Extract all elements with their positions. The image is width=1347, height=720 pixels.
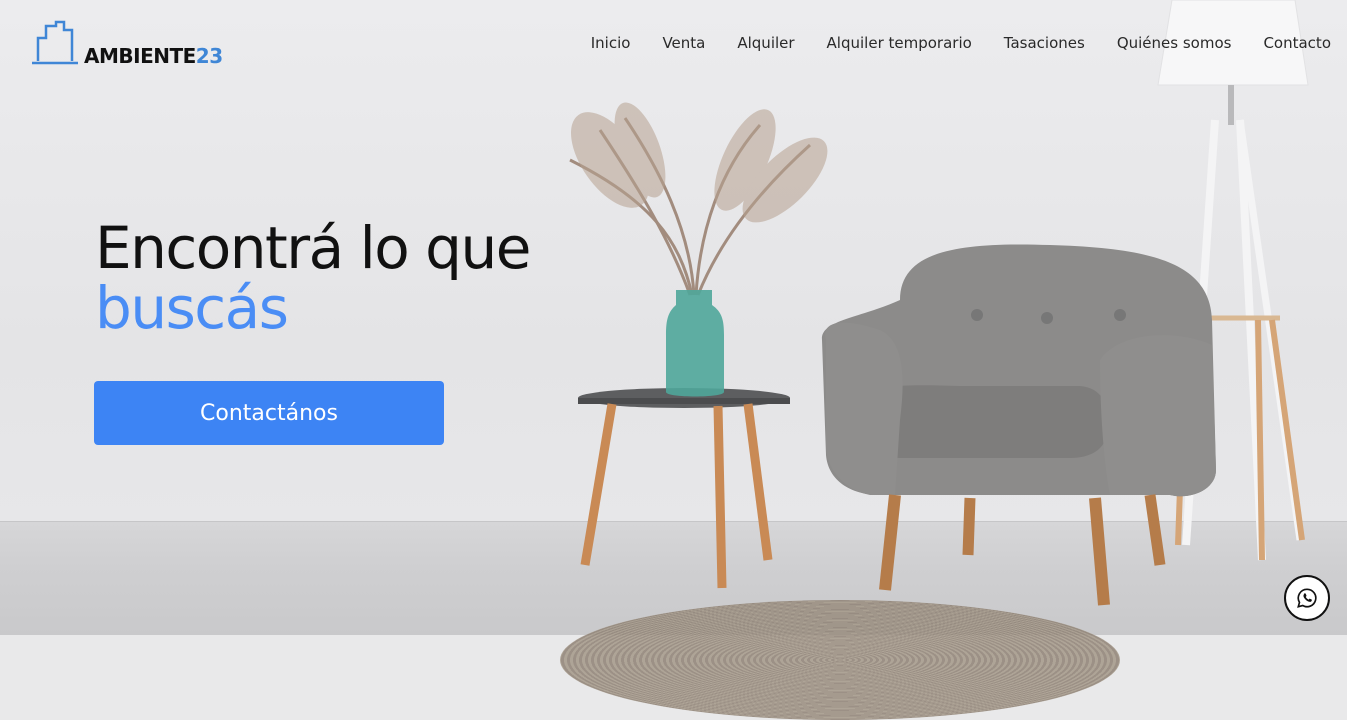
headline-line-1: Encontrá lo que (95, 214, 531, 282)
nav-contacto[interactable]: Contacto (1263, 34, 1331, 52)
headline-line-2: buscás (95, 274, 289, 342)
vase-with-pampas (569, 102, 828, 397)
side-table (578, 388, 790, 589)
nav-venta[interactable]: Venta (662, 34, 705, 52)
logo-number: 23 (195, 44, 223, 68)
rug (560, 600, 1120, 720)
nav-alquiler[interactable]: Alquiler (737, 34, 794, 52)
hero-headline: Encontrá lo que buscás (95, 214, 531, 342)
whatsapp-icon (1297, 588, 1317, 608)
logo-text: AMBIENTE23 (84, 46, 223, 66)
logo-name: AMBIENTE (84, 44, 196, 68)
contact-button[interactable]: Contactános (94, 381, 444, 445)
nav-quienes-somos[interactable]: Quiénes somos (1117, 34, 1232, 52)
nav-alquiler-temporario[interactable]: Alquiler temporario (827, 34, 972, 52)
logo[interactable]: AMBIENTE23 (30, 20, 223, 66)
nav-tasaciones[interactable]: Tasaciones (1004, 34, 1085, 52)
main-nav: Inicio Venta Alquiler Alquiler temporari… (591, 34, 1331, 52)
site-header: AMBIENTE23 Inicio Venta Alquiler Alquile… (0, 0, 1347, 90)
whatsapp-button[interactable] (1284, 575, 1330, 621)
armchair (821, 244, 1216, 606)
building-icon (32, 20, 78, 65)
nav-inicio[interactable]: Inicio (591, 34, 631, 52)
